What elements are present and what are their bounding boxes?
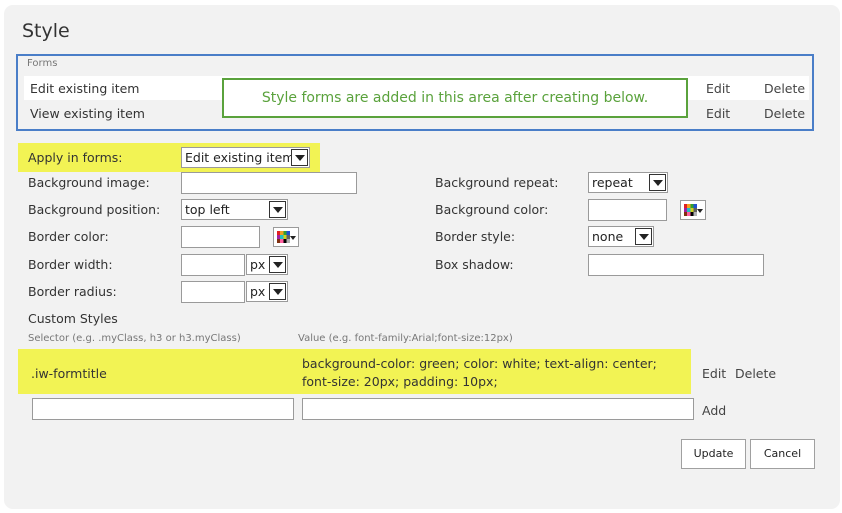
background-repeat-label: Background repeat: <box>435 175 559 190</box>
chevron-down-icon <box>291 149 308 166</box>
background-repeat-value: repeat <box>592 175 633 190</box>
border-style-select[interactable]: none <box>588 226 654 247</box>
background-color-label: Background color: <box>435 202 549 217</box>
border-style-value: none <box>592 229 624 244</box>
border-radius-label: Border radius: <box>28 284 117 299</box>
form-row-label: View existing item <box>30 106 145 121</box>
edit-link[interactable]: Edit <box>702 366 726 381</box>
form-row-label: Edit existing item <box>30 81 140 96</box>
chevron-down-icon <box>697 209 703 213</box>
chevron-down-icon <box>269 283 286 300</box>
custom-styles-heading: Custom Styles <box>28 311 118 326</box>
new-selector-input[interactable] <box>32 398 294 420</box>
box-shadow-input[interactable] <box>588 254 764 276</box>
border-radius-unit: px <box>250 284 266 299</box>
chevron-down-icon <box>269 256 286 273</box>
apply-forms-select[interactable]: Edit existing item <box>181 147 310 168</box>
border-color-picker[interactable] <box>273 227 299 247</box>
chevron-down-icon <box>290 236 296 240</box>
custom-style-selector: .iw-formtitle <box>31 366 107 381</box>
page-title: Style <box>22 20 70 42</box>
border-color-label: Border color: <box>28 229 109 244</box>
border-style-label: Border style: <box>435 229 516 244</box>
background-position-select[interactable]: top left <box>181 199 288 220</box>
background-position-value: top left <box>185 202 230 217</box>
border-color-input[interactable] <box>181 226 260 248</box>
delete-link[interactable]: Delete <box>764 81 805 96</box>
delete-link[interactable]: Delete <box>764 106 805 121</box>
new-value-input[interactable] <box>302 398 694 420</box>
update-button[interactable]: Update <box>681 439 746 469</box>
border-radius-input[interactable] <box>181 281 245 303</box>
edit-link[interactable]: Edit <box>706 106 730 121</box>
background-repeat-select[interactable]: repeat <box>588 172 668 193</box>
background-color-input[interactable] <box>588 199 667 221</box>
background-image-input[interactable] <box>181 172 357 194</box>
cancel-button[interactable]: Cancel <box>750 439 815 469</box>
background-position-label: Background position: <box>28 202 161 217</box>
color-palette-icon <box>277 231 290 243</box>
chevron-down-icon <box>269 201 286 218</box>
value-hint: Value (e.g. font-family:Arial;font-size:… <box>298 333 513 344</box>
selector-hint: Selector (e.g. .myClass, h3 or h3.myClas… <box>28 333 241 344</box>
color-palette-icon <box>684 204 697 216</box>
border-width-input[interactable] <box>181 254 245 276</box>
add-link[interactable]: Add <box>702 403 726 418</box>
chevron-down-icon <box>649 174 666 191</box>
border-width-unit-select[interactable]: px <box>246 254 288 275</box>
apply-label: Apply in forms: <box>28 150 123 165</box>
edit-link[interactable]: Edit <box>706 81 730 96</box>
delete-link[interactable]: Delete <box>735 366 776 381</box>
apply-forms-value: Edit existing item <box>185 150 295 165</box>
border-radius-unit-select[interactable]: px <box>246 281 288 302</box>
forms-caption: Forms <box>27 58 58 69</box>
callout-note: Style forms are added in this area after… <box>222 78 688 118</box>
box-shadow-label: Box shadow: <box>435 257 514 272</box>
border-width-unit: px <box>250 257 266 272</box>
background-image-label: Background image: <box>28 175 150 190</box>
background-color-picker[interactable] <box>680 200 706 220</box>
border-width-label: Border width: <box>28 257 113 272</box>
custom-style-value: background-color: green; color: white; t… <box>302 356 657 389</box>
chevron-down-icon <box>635 228 652 245</box>
